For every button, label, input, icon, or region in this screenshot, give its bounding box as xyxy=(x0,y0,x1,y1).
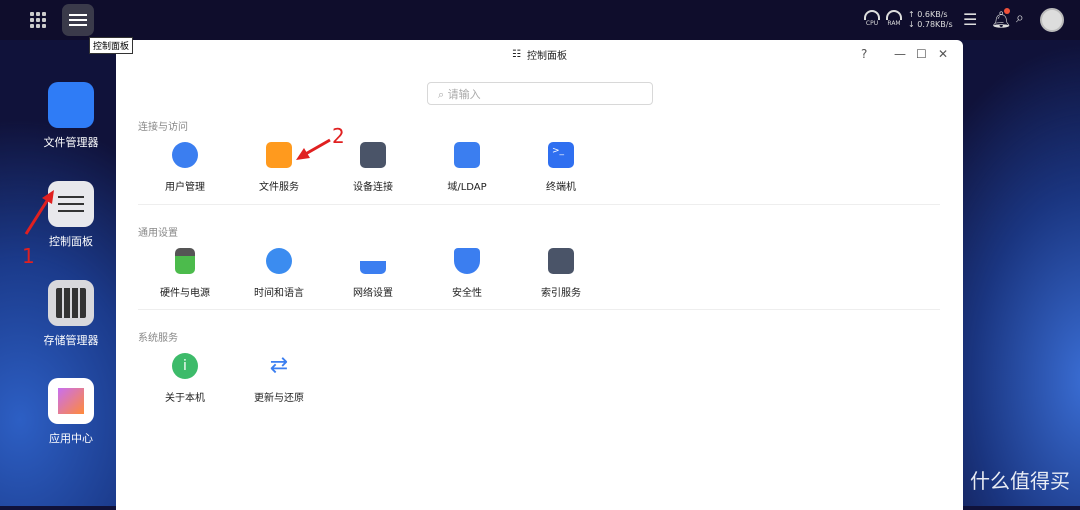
item-index-service[interactable]: 索引服务 xyxy=(514,248,608,299)
minimize-button[interactable]: — xyxy=(894,47,906,61)
users-icon xyxy=(172,142,198,168)
help-button[interactable]: ? xyxy=(861,47,867,61)
dock-item-storage-manager[interactable]: 存储管理器 xyxy=(40,280,102,348)
download-speed: ↓ 0.78KB/s xyxy=(908,20,953,29)
item-label: 域/LDAP xyxy=(447,182,487,193)
item-label: 时间和语言 xyxy=(254,288,304,299)
item-label: 终端机 xyxy=(546,182,576,193)
dock-label: 文件管理器 xyxy=(43,136,99,149)
control-panel-window: ☷ 控制面板 ? — ☐ ✕ ⌕ 请输入 连接与访问 用户管理 文件服务 设备连接… xyxy=(116,40,963,510)
item-time-language[interactable]: 时间和语言 xyxy=(232,248,326,299)
item-label: 安全性 xyxy=(452,288,482,299)
item-terminal[interactable]: >_ 终端机 xyxy=(514,142,608,193)
info-icon: i xyxy=(172,353,198,379)
annotation-arrow-2 xyxy=(296,138,331,160)
ram-gauge-icon[interactable]: RAM xyxy=(884,10,904,30)
top-bar: CPU RAM ↑ 0.6KB/s ↓ 0.78KB/s ☰ 🔔︎ ⌕ xyxy=(0,0,1080,40)
cpu-label: CPU xyxy=(865,20,879,27)
folder-icon xyxy=(48,82,94,128)
shield-icon xyxy=(454,248,480,274)
ram-label: RAM xyxy=(887,20,901,27)
cpu-gauge-icon[interactable]: CPU xyxy=(862,10,882,30)
notification-dot xyxy=(1004,8,1010,14)
avatar[interactable] xyxy=(1040,8,1064,32)
annotation-arrow-1 xyxy=(24,190,54,235)
app-center-icon xyxy=(48,378,94,424)
item-label: 索引服务 xyxy=(541,288,581,299)
item-label: 设备连接 xyxy=(353,182,393,193)
dock-label: 应用中心 xyxy=(49,432,93,445)
battery-icon xyxy=(175,248,195,274)
search-icon[interactable]: ⌕ xyxy=(1016,10,1024,26)
upload-speed: ↑ 0.6KB/s xyxy=(908,10,948,19)
divider xyxy=(138,309,940,310)
maximize-button[interactable]: ☐ xyxy=(916,47,927,61)
network-speed: ↑ 0.6KB/s ↓ 0.78KB/s xyxy=(908,10,953,30)
window-icon: ☷ xyxy=(512,48,521,60)
item-label: 硬件与电源 xyxy=(160,288,210,299)
item-domain-ldap[interactable]: 域/LDAP xyxy=(420,142,514,193)
window-title: 控制面板 xyxy=(526,50,567,62)
terminal-icon: >_ xyxy=(548,142,574,168)
item-label: 更新与还原 xyxy=(254,393,304,404)
item-update-restore[interactable]: ⇄ 更新与还原 xyxy=(232,353,326,404)
task-list-icon[interactable]: ☰ xyxy=(963,10,977,29)
section-items: i 关于本机 ⇄ 更新与还原 xyxy=(138,353,940,404)
globe-clock-icon xyxy=(266,248,292,274)
refresh-icon: ⇄ xyxy=(269,353,289,378)
router-icon xyxy=(360,248,386,274)
item-network-settings[interactable]: 网络设置 xyxy=(326,248,420,299)
item-label: 用户管理 xyxy=(165,182,205,193)
tooltip: 控制面板 xyxy=(89,37,134,54)
section-items: 用户管理 文件服务 设备连接 域/LDAP >_ 终端机 xyxy=(138,142,940,193)
search-placeholder: 请输入 xyxy=(447,88,481,101)
control-panel-taskbar-button[interactable] xyxy=(62,4,94,36)
search-input[interactable]: ⌕ 请输入 xyxy=(427,82,653,105)
annotation-1: 1 xyxy=(22,244,35,268)
index-search-icon xyxy=(548,248,574,274)
item-hardware-power[interactable]: 硬件与电源 xyxy=(138,248,232,299)
section-title: 连接与访问 xyxy=(138,122,188,133)
dock-item-app-center[interactable]: 应用中心 xyxy=(40,378,102,446)
divider xyxy=(138,204,940,205)
item-label: 文件服务 xyxy=(259,182,299,193)
section-title: 通用设置 xyxy=(138,228,178,239)
item-user-management[interactable]: 用户管理 xyxy=(138,142,232,193)
item-device-connection[interactable]: 设备连接 xyxy=(326,142,420,193)
dock-item-file-manager[interactable]: 文件管理器 xyxy=(40,82,102,150)
app-grid-icon[interactable] xyxy=(30,12,46,28)
storage-icon xyxy=(48,280,94,326)
item-label: 网络设置 xyxy=(353,288,393,299)
folder-icon xyxy=(266,142,292,168)
close-button[interactable]: ✕ xyxy=(938,47,948,61)
directory-icon xyxy=(454,142,480,168)
section-items: 硬件与电源 时间和语言 网络设置 安全性 索引服务 xyxy=(138,248,940,299)
item-security[interactable]: 安全性 xyxy=(420,248,514,299)
watermark: 值 什么值得买 xyxy=(943,469,1070,493)
section-title: 系统服务 xyxy=(138,333,178,344)
window-titlebar[interactable]: ☷ 控制面板 xyxy=(116,40,963,68)
item-label: 关于本机 xyxy=(165,393,205,404)
dock-label: 存储管理器 xyxy=(43,334,99,347)
nas-icon xyxy=(360,142,386,168)
item-about[interactable]: i 关于本机 xyxy=(138,353,232,404)
